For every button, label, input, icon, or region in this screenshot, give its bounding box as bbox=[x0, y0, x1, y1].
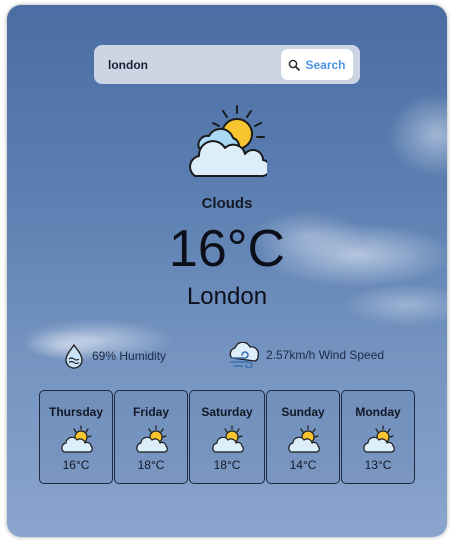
wind-icon bbox=[229, 342, 259, 368]
forecast-day-temp: 14°C bbox=[289, 458, 317, 472]
search-button-label: Search bbox=[305, 57, 346, 72]
wind-text: 2.57km/h Wind Speed bbox=[266, 348, 385, 362]
sun-behind-clouds-icon bbox=[212, 425, 244, 453]
forecast-day-name: Monday bbox=[355, 405, 401, 419]
sun-behind-clouds-icon bbox=[136, 425, 168, 453]
sun-behind-clouds-icon bbox=[61, 425, 93, 453]
forecast-day: Thursday 16°C bbox=[39, 390, 113, 484]
forecast-day-name: Friday bbox=[132, 405, 169, 419]
forecast-day: Saturday 18°C bbox=[189, 390, 265, 484]
forecast-day: Friday 18°C bbox=[114, 390, 188, 484]
city-name: London bbox=[186, 283, 268, 310]
humidity-icon bbox=[65, 343, 83, 369]
forecast-day-name: Thursday bbox=[48, 405, 103, 419]
humidity-text: 69% Humidity bbox=[92, 349, 167, 363]
forecast-list: Thursday 16°C Friday 18°C Saturday 18°C … bbox=[39, 390, 415, 484]
forecast-day-temp: 18°C bbox=[213, 458, 241, 472]
search-bar: Search bbox=[94, 45, 360, 84]
sun-behind-clouds-icon bbox=[189, 105, 267, 178]
forecast-day-name: Saturday bbox=[201, 405, 253, 419]
forecast-day: Monday 13°C bbox=[341, 390, 415, 484]
search-input[interactable] bbox=[104, 53, 282, 77]
forecast-day-temp: 18°C bbox=[137, 458, 165, 472]
wind-stat: 2.57km/h Wind Speed bbox=[228, 342, 384, 368]
weather-condition: Clouds bbox=[201, 195, 253, 212]
forecast-day-temp: 16°C bbox=[62, 458, 90, 472]
humidity-stat: 69% Humidity bbox=[62, 343, 166, 369]
forecast-day-name: Sunday bbox=[281, 405, 325, 419]
sun-behind-clouds-icon bbox=[363, 425, 395, 453]
search-button[interactable]: Search bbox=[281, 49, 353, 80]
search-icon bbox=[289, 59, 301, 71]
current-temperature: 16°C bbox=[168, 220, 286, 278]
weather-card: Search Clouds 16°C London 69% Humidity 2… bbox=[7, 5, 447, 537]
forecast-day-temp: 13°C bbox=[364, 458, 392, 472]
forecast-day: Sunday 14°C bbox=[266, 390, 340, 484]
sun-behind-clouds-icon bbox=[288, 425, 320, 453]
